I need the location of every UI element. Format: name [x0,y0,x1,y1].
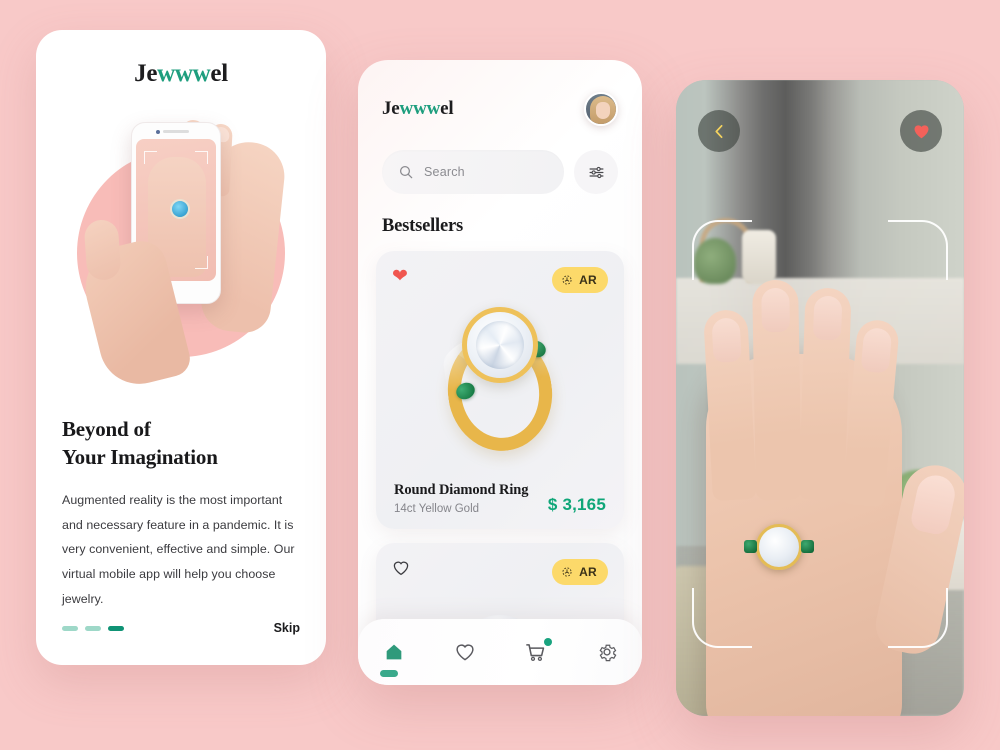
pagination-dots[interactable] [62,625,124,631]
ar-button[interactable]: AR [552,267,608,293]
chevron-left-icon [714,124,722,138]
product-subtitle: 14ct Yellow Gold [394,503,480,515]
onboarding-footer: Skip [62,621,300,635]
product-meta: Round Diamond Ring 14ct Yellow Gold $ 3,… [376,482,624,515]
ar-label: AR [579,565,597,579]
scan-bracket-bottom-left [692,588,752,648]
product-card-header: ❤ AR [376,251,624,293]
logo-middle: www [399,98,441,119]
pagination-dot-1[interactable] [62,625,78,631]
bottom-navigation [358,619,642,685]
logo-suffix: el [210,60,228,87]
favorite-button[interactable] [900,110,942,152]
onboarding-card: Jewwwel Beyond of Your Imagination Augme… [36,30,326,665]
app-showcase: Jewwwel Beyond of Your Imagination Augme… [0,0,1000,750]
product-name: Round Diamond Ring [394,482,529,498]
search-input[interactable]: Search [382,150,564,194]
ar-cube-icon [562,275,572,285]
product-image-ring [376,297,624,458]
gear-icon [599,644,616,662]
finger [752,279,802,501]
headline-line-2: Your Imagination [62,444,218,469]
finger [798,287,852,501]
ar-placed-ring[interactable] [744,524,814,570]
avatar[interactable] [584,92,618,126]
onboarding-hero-illustration [36,94,326,394]
skip-button[interactable]: Skip [274,621,300,635]
search-icon [399,165,413,179]
favorite-heart-icon[interactable]: ❤ [392,267,408,286]
pagination-dot-3[interactable] [108,625,124,631]
product-card-header: AR [376,543,624,585]
home-indicator [380,670,398,677]
product-price: $ 3,165 [547,495,606,514]
ar-ring-preview-icon [172,201,188,217]
logo-middle: www [157,60,211,87]
scan-bracket-top-left [692,220,752,280]
onboarding-logo: Jewwwel [36,60,326,88]
favorite-heart-icon[interactable] [392,559,410,577]
onboarding-copy: Beyond of Your Imagination Augmented rea… [36,394,326,612]
headline-line-1: Beyond of [62,417,151,441]
scan-bracket-bottom-right [888,588,948,648]
scan-bracket-top-right [888,220,948,280]
ar-button[interactable]: AR [552,559,608,585]
logo-suffix: el [440,98,454,119]
sliders-filter-icon [588,166,604,178]
nav-item-favorites[interactable] [443,630,487,674]
home-logo: Jewwwel [382,98,454,120]
section-title-bestsellers: Bestsellers [382,216,464,236]
home-header: Jewwwel [358,60,642,126]
logo-prefix: Je [134,60,158,87]
product-card[interactable]: ❤ AR Round Diamond Ring 14ct Yellow Gold… [376,251,624,529]
home-screen-phone: Jewwwel Search Bestsellers ❤ AR Round Di… [358,60,642,685]
ar-cube-icon [562,567,572,577]
search-row: Search [358,126,642,194]
heart-icon [455,644,474,661]
cart-badge [543,638,552,646]
ar-view-phone [676,80,964,716]
pagination-dot-2[interactable] [85,625,101,631]
onboarding-paragraph: Augmented reality is the most important … [62,492,295,607]
heart-icon [914,124,928,138]
nav-item-home[interactable] [372,630,416,674]
filter-button[interactable] [574,150,618,194]
nav-item-cart[interactable] [514,630,558,674]
search-placeholder: Search [424,165,465,179]
onboarding-headline: Beyond of Your Imagination [62,416,300,472]
ar-label: AR [579,273,597,287]
finger [703,308,757,502]
back-button[interactable] [698,110,740,152]
home-icon [386,644,401,660]
nav-item-settings[interactable] [585,630,629,674]
logo-prefix: Je [382,98,400,119]
